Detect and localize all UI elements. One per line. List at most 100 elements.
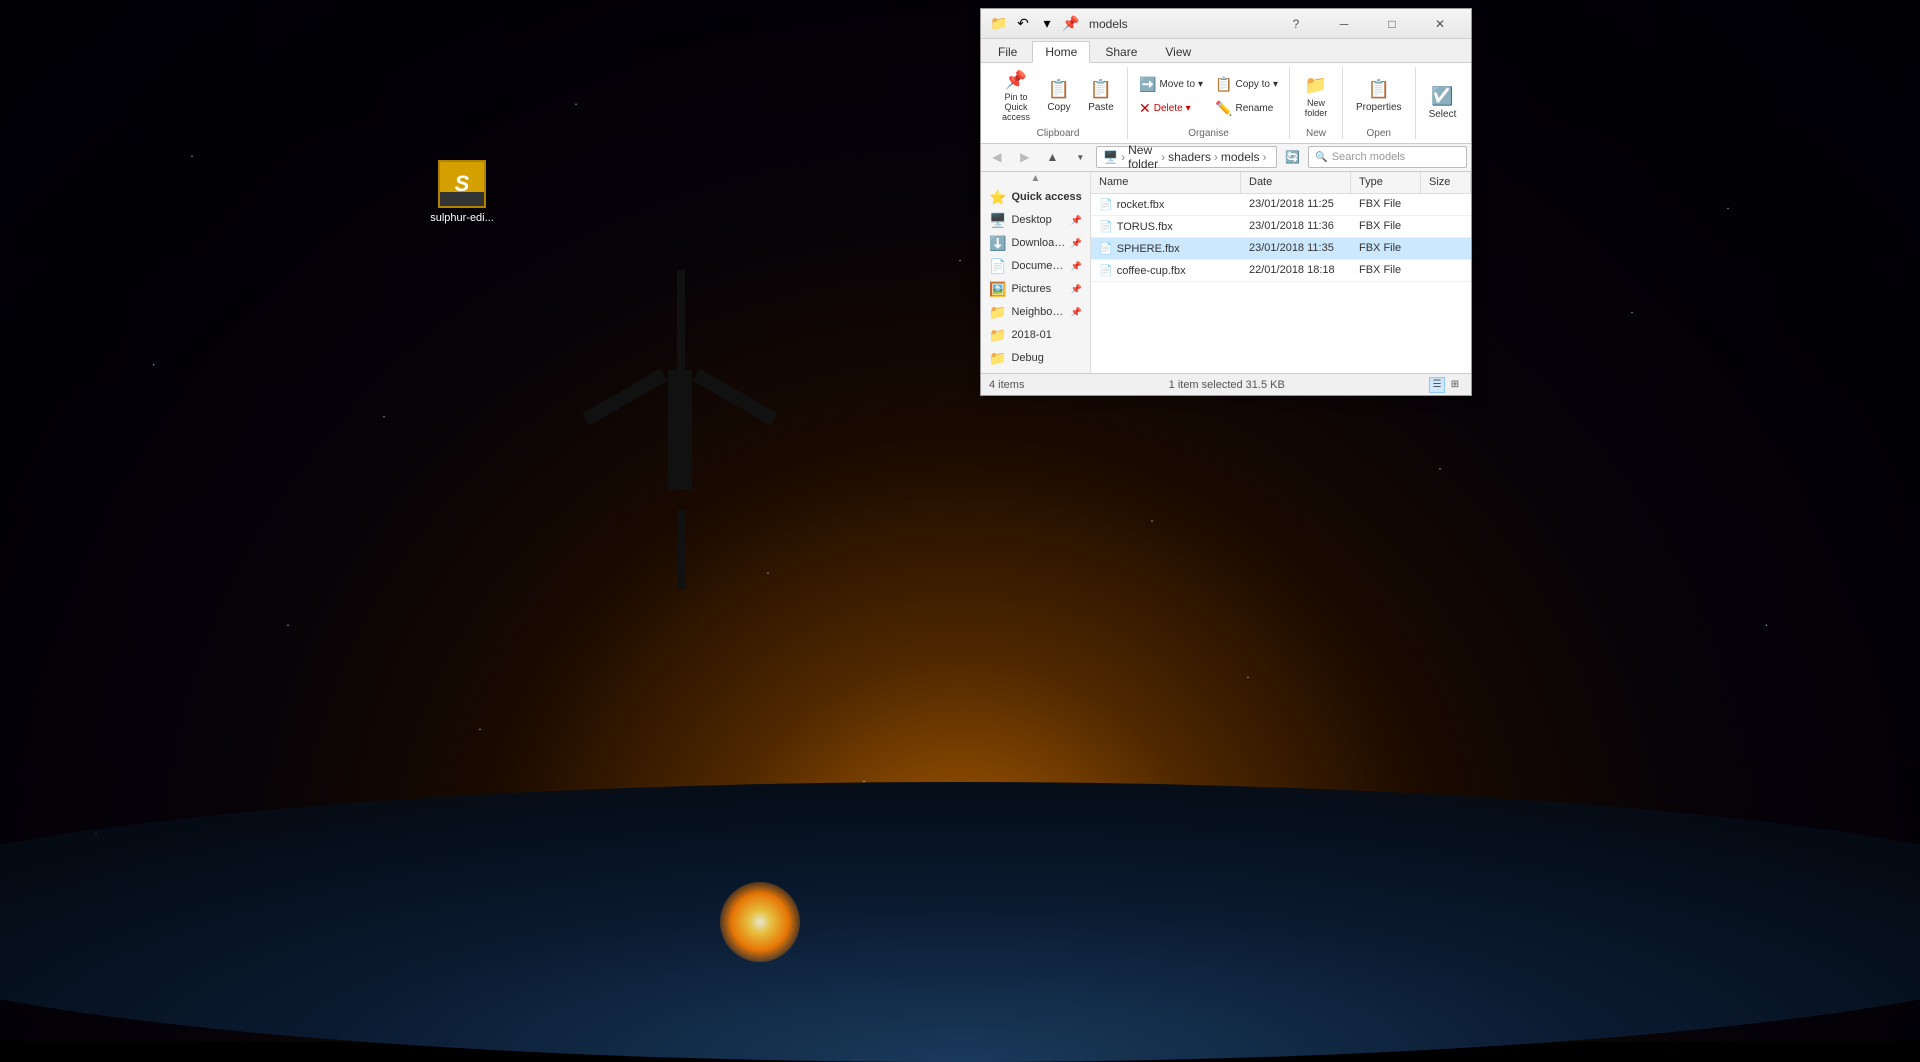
maximize-button[interactable]: □: [1369, 9, 1415, 39]
downloads-icon: ⬇️: [989, 235, 1006, 252]
rename-button[interactable]: ✏️ Rename: [1210, 97, 1283, 120]
neighborhood-label: Neighborhoo: [1011, 306, 1065, 318]
paste-button[interactable]: 📋 Paste: [1081, 76, 1121, 116]
breadcrumb-bar[interactable]: 🖥️ › New folder › shaders › models ›: [1096, 146, 1276, 168]
column-name[interactable]: Name: [1091, 172, 1241, 193]
copy-label: Copy: [1047, 102, 1070, 113]
select-button[interactable]: ☑️ Select: [1422, 83, 1464, 123]
forward-button[interactable]: ▶: [1013, 146, 1037, 168]
desktop-label: Desktop: [1011, 214, 1051, 226]
ribbon-group-clipboard: 📌 Pin to Quick access 📋 Copy 📋 Paste Cli…: [989, 67, 1128, 139]
pictures-icon: 🖼️: [989, 281, 1006, 298]
sidebar-item-pictures[interactable]: 🖼️ Pictures 📌: [981, 278, 1090, 301]
file-name-rocket: 📄rocket.fbx: [1091, 198, 1241, 211]
up-button[interactable]: ▲: [1041, 146, 1065, 168]
sidebar-item-downloads[interactable]: ⬇️ Downloads 📌: [981, 232, 1090, 255]
ribbon-group-organise: ➡️ Move to ▾ ✕ Delete ▾ 📋 Copy to ▾: [1128, 67, 1290, 139]
copy-to-button[interactable]: 📋 Copy to ▾: [1210, 73, 1283, 96]
desktop-icon-sidebar: 🖥️: [989, 212, 1006, 229]
tab-view[interactable]: View: [1152, 41, 1204, 62]
title-icon-pin[interactable]: 📌: [1061, 14, 1081, 34]
sidebar-item-debug[interactable]: 📁 Debug: [981, 347, 1090, 370]
neighborhood-icon: 📁: [989, 304, 1006, 321]
column-date[interactable]: Date: [1241, 172, 1351, 193]
status-selected-info: 1 item selected 31.5 KB: [1169, 379, 1285, 391]
paste-icon: 📋: [1090, 79, 1112, 100]
sidebar-item-desktop[interactable]: 🖥️ Desktop 📌: [981, 209, 1090, 232]
window-title-area: models: [1081, 17, 1273, 31]
debug-icon: 📁: [989, 350, 1006, 367]
breadcrumb-computer[interactable]: 🖥️: [1103, 150, 1118, 164]
ribbon-group-new: 📁 New folder New: [1290, 67, 1343, 139]
light-glow: [720, 882, 800, 962]
organise-group-label: Organise: [1188, 128, 1229, 139]
pin-indicator-pics: 📌: [1071, 284, 1082, 295]
sidebar-item-2018[interactable]: 📁 2018-01: [981, 324, 1090, 347]
tab-share[interactable]: Share: [1092, 41, 1150, 62]
new-folder-button[interactable]: 📁 New folder: [1296, 72, 1336, 121]
move-to-button[interactable]: ➡️ Move to ▾: [1134, 73, 1208, 96]
file-row-coffeecup[interactable]: 📄coffee-cup.fbx 22/01/2018 18:18 FBX Fil…: [1091, 260, 1471, 282]
help-button[interactable]: ?: [1273, 9, 1319, 39]
properties-button[interactable]: 📋 Properties: [1349, 76, 1409, 116]
address-bar: ◀ ▶ ▲ ▼ 🖥️ › New folder › shaders › mode…: [981, 144, 1471, 172]
breadcrumb-sep-3: ›: [1214, 150, 1218, 164]
title-bar: 📁 ↶ ▾ 📌 models ? ─ □ ✕: [981, 9, 1471, 39]
title-icon-folder: 📁: [989, 14, 1009, 34]
search-bar[interactable]: 🔍 Search models: [1308, 146, 1467, 168]
view-large-icons-button[interactable]: ⊞: [1447, 377, 1463, 393]
quick-access-label: Quick access: [1011, 191, 1081, 203]
documents-icon: 📄: [989, 258, 1006, 275]
breadcrumb-shaders[interactable]: shaders: [1168, 150, 1211, 164]
file-row-rocket[interactable]: 📄rocket.fbx 23/01/2018 11:25 FBX File: [1091, 194, 1471, 216]
pin-to-quick-access-button[interactable]: 📌 Pin to Quick access: [995, 67, 1037, 126]
recent-locations-button[interactable]: ▼: [1068, 146, 1092, 168]
file-row-torus[interactable]: 📄TORUS.fbx 23/01/2018 11:36 FBX File: [1091, 216, 1471, 238]
breadcrumb-new-folder[interactable]: New folder: [1128, 143, 1158, 171]
delete-label: Delete: [1154, 103, 1183, 114]
file-row-sphere[interactable]: 📄SPHERE.fbx 23/01/2018 11:35 FBX File: [1091, 238, 1471, 260]
select-label: Select: [1429, 109, 1457, 120]
file-type-coffeecup: FBX File: [1351, 264, 1421, 276]
file-name-sphere: 📄SPHERE.fbx: [1091, 242, 1241, 255]
file-type-torus: FBX File: [1351, 220, 1421, 232]
title-icon-down[interactable]: ▾: [1037, 14, 1057, 34]
copy-button[interactable]: 📋 Copy: [1039, 76, 1079, 116]
ribbon-col-1: ➡️ Move to ▾ ✕ Delete ▾: [1134, 73, 1208, 120]
sidebar-scroll-up[interactable]: ▲: [981, 172, 1090, 186]
file-date-coffeecup: 22/01/2018 18:18: [1241, 264, 1351, 276]
ribbon-organise-buttons: ➡️ Move to ▾ ✕ Delete ▾ 📋 Copy to ▾: [1134, 67, 1283, 126]
delete-arrow: ▾: [1186, 103, 1191, 114]
window-controls: ? ─ □ ✕: [1273, 9, 1463, 39]
column-size[interactable]: Size: [1421, 172, 1471, 193]
back-button[interactable]: ◀: [985, 146, 1009, 168]
title-icon-undo[interactable]: ↶: [1013, 14, 1033, 34]
sidebar-quick-access-header: ⭐ Quick access: [981, 186, 1090, 209]
sidebar-item-documents[interactable]: 📄 Documents 📌: [981, 255, 1090, 278]
file-date-rocket: 23/01/2018 11:25: [1241, 198, 1351, 210]
file-list-header: Name Date Type Size: [1091, 172, 1471, 194]
refresh-button[interactable]: 🔄: [1281, 146, 1305, 168]
file-icon-rocket: 📄: [1099, 199, 1113, 211]
view-details-button[interactable]: ☰: [1429, 377, 1445, 393]
window-title: models: [1089, 17, 1128, 31]
pin-indicator-downloads: 📌: [1071, 238, 1082, 249]
tab-file[interactable]: File: [985, 41, 1030, 62]
breadcrumb-models[interactable]: models: [1221, 150, 1260, 164]
ribbon-group-select: ☑️ Select Select: [1416, 67, 1470, 139]
pin-icon: 📌: [1005, 70, 1027, 91]
satellite-decoration: [580, 270, 780, 590]
delete-button[interactable]: ✕ Delete ▾: [1134, 97, 1208, 120]
breadcrumb-sep-1: ›: [1121, 150, 1125, 164]
minimize-button[interactable]: ─: [1321, 9, 1367, 39]
tab-home[interactable]: Home: [1032, 41, 1090, 63]
clipboard-group-label: Clipboard: [1037, 128, 1080, 139]
copy-to-label: Copy to: [1235, 79, 1269, 90]
file-icon-sphere: 📄: [1099, 243, 1113, 255]
properties-icon: 📋: [1368, 79, 1390, 100]
column-type[interactable]: Type: [1351, 172, 1421, 193]
close-button[interactable]: ✕: [1417, 9, 1463, 39]
desktop-icon-sulphur[interactable]: S sulphur-editor sulphur-edi...: [422, 160, 502, 224]
sidebar-item-neighborhood[interactable]: 📁 Neighborhoo 📌: [981, 301, 1090, 324]
rename-icon: ✏️: [1215, 100, 1232, 117]
